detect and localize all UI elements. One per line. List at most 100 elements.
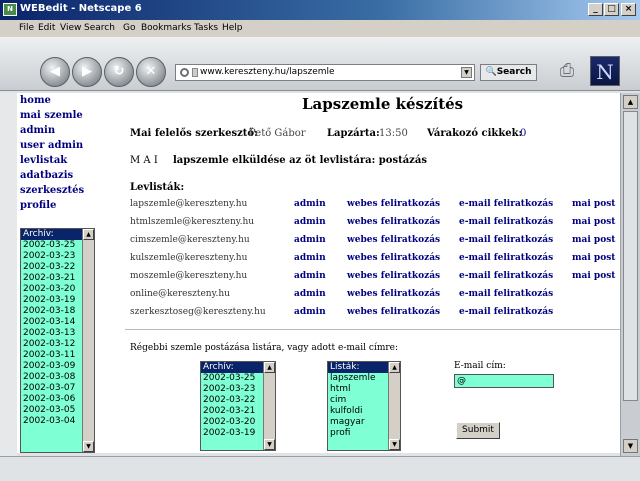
list-web-subscribe-link[interactable]: webes feliratkozás (347, 307, 440, 317)
mailing-list-table: lapszemle@kereszteny.hu admin webes felira… (17, 199, 620, 329)
menu-edit[interactable]: Edit (38, 23, 55, 33)
status-bar (0, 456, 640, 481)
resend-text: Régebbi szemle postázása listára, vagy a… (130, 343, 399, 353)
lists-heading: Levlisták: (130, 182, 185, 193)
lists-select-scrollbar[interactable]: ▲ ▼ (388, 362, 400, 450)
email-input[interactable] (454, 374, 554, 388)
search-button-label: Search (496, 67, 532, 77)
list-web-subscribe-link[interactable]: webes feliratkozás (347, 289, 440, 299)
search-button[interactable]: 🔍Search (480, 64, 537, 81)
window-title: WEBedit - Netscape 6 (20, 3, 142, 14)
forward-arrow-icon[interactable]: ▶ (72, 57, 102, 87)
menu-search[interactable]: Search (84, 23, 115, 33)
list-web-subscribe-link[interactable]: webes feliratkozás (347, 235, 440, 245)
scroll-down-icon[interactable]: ▼ (623, 439, 638, 453)
list-post-link[interactable]: mai post (572, 199, 615, 209)
minimize-button[interactable]: _ (588, 3, 603, 16)
site-icon (192, 68, 198, 77)
list-post-link[interactable]: mai post (572, 235, 615, 245)
list-email-subscribe-link[interactable]: e-mail feliratkozás (459, 289, 553, 299)
editor-label: Mai felelős szerkesztő: (130, 128, 258, 139)
menu-go[interactable]: Go (123, 23, 135, 33)
scroll-down-icon[interactable]: ▼ (264, 439, 275, 450)
scroll-thumb[interactable] (623, 111, 638, 401)
list-web-subscribe-link[interactable]: webes feliratkozás (347, 271, 440, 281)
list-email-subscribe-link[interactable]: e-mail feliratkozás (459, 199, 553, 209)
pending-value[interactable]: 0 (520, 128, 526, 139)
email-label: E-mail cím: (454, 361, 506, 371)
list-email-subscribe-link[interactable]: e-mail feliratkozás (459, 307, 553, 317)
menu-tasks[interactable]: Tasks (194, 23, 218, 33)
menu-file[interactable]: File (19, 23, 34, 33)
submit-button[interactable]: Submit (456, 422, 500, 439)
nav-link-0[interactable]: home (20, 95, 51, 106)
deadline-label: Lapzárta: (327, 128, 380, 139)
back-arrow-icon[interactable]: ◀ (40, 57, 70, 87)
archive-select[interactable]: Archív: 2002-03-25 2002-03-23 2002-03-22 200… (200, 361, 276, 451)
list-admin-link[interactable]: admin (294, 253, 326, 263)
menu-bookmarks[interactable]: Bookmarks (141, 23, 191, 33)
list-email-subscribe-link[interactable]: e-mail feliratkozás (459, 271, 553, 281)
nav-link-1[interactable]: mai szemle (20, 110, 83, 121)
netscape-app-icon: N (3, 3, 17, 16)
stop-icon[interactable]: ✕ (136, 57, 166, 87)
list-admin-link[interactable]: admin (294, 199, 326, 209)
list-admin-link[interactable]: admin (294, 217, 326, 227)
menu-view[interactable]: View (60, 23, 81, 33)
netscape-logo: N (590, 56, 620, 86)
list-post-link[interactable]: mai post (572, 271, 615, 281)
reload-icon[interactable]: ↻ (104, 57, 134, 87)
scroll-down-icon[interactable]: ▼ (389, 439, 400, 450)
list-admin-link[interactable]: admin (294, 307, 326, 317)
pending-label: Várakozó cikkek: (427, 128, 523, 139)
list-post-link[interactable]: mai post (572, 217, 615, 227)
list-web-subscribe-link[interactable]: webes feliratkozás (347, 199, 440, 209)
deadline-value: 13:50 (379, 128, 408, 139)
list-email-subscribe-link[interactable]: e-mail feliratkozás (459, 217, 553, 227)
menu-bar: File Edit View Search Go Bookmarks Tasks… (0, 20, 640, 37)
nav-link-4[interactable]: levlistak (20, 155, 67, 166)
list-admin-link[interactable]: admin (294, 235, 326, 245)
nav-link-5[interactable]: adatbazis (20, 170, 73, 181)
archive-select-scrollbar[interactable]: ▲ ▼ (263, 362, 275, 450)
nav-link-6[interactable]: szerkesztés (20, 185, 84, 196)
list-email: moszemle@kereszteny.hu (130, 271, 248, 281)
menu-help[interactable]: Help (222, 23, 243, 33)
page-scrollbar[interactable]: ▲ ▼ (620, 93, 640, 456)
list-post-link[interactable]: mai post (572, 253, 615, 263)
list-admin-link[interactable]: admin (294, 289, 326, 299)
send-text[interactable]: lapszemle elküldése az öt levlistára: po… (173, 155, 427, 166)
list-email: cimszemle@kereszteny.hu (130, 235, 250, 245)
list-email: szerkesztoseg@kereszteny.hu (130, 307, 266, 317)
search-icon: 🔍 (485, 67, 497, 77)
divider (125, 329, 620, 330)
page-content: home mai szemle admin user admin levlistak ad… (17, 93, 620, 453)
list-email-subscribe-link[interactable]: e-mail feliratkozás (459, 235, 553, 245)
scroll-up-icon[interactable]: ▲ (389, 362, 400, 373)
url-text: www.kereszteny.hu/lapszemle (200, 67, 335, 77)
maximize-button[interactable]: □ (604, 3, 619, 16)
list-web-subscribe-link[interactable]: webes feliratkozás (347, 253, 440, 263)
url-dropdown-icon[interactable]: ▼ (461, 67, 472, 78)
nav-link-3[interactable]: user admin (20, 140, 83, 151)
page-title: Lapszemle készítés (302, 95, 464, 113)
list-admin-link[interactable]: admin (294, 271, 326, 281)
left-gutter (0, 93, 17, 456)
send-prefix: M A I (130, 155, 158, 166)
editor-value: Pető Gábor (249, 128, 306, 139)
close-button[interactable]: × (621, 3, 636, 16)
page-icon (180, 68, 189, 77)
scroll-up-icon[interactable]: ▲ (623, 95, 638, 109)
nav-link-2[interactable]: admin (20, 125, 55, 136)
list-web-subscribe-link[interactable]: webes feliratkozás (347, 217, 440, 227)
scroll-up-icon[interactable]: ▲ (264, 362, 275, 373)
print-icon[interactable]: ⎙ (552, 60, 582, 82)
lists-select[interactable]: Listák: lapszemle html cim kulfoldi magyar pro… (327, 361, 401, 451)
scroll-down-icon[interactable]: ▼ (83, 441, 94, 452)
list-email: online@kereszteny.hu (130, 289, 230, 299)
url-input[interactable]: www.kereszteny.hu/lapszemle ▼ (175, 64, 475, 81)
list-email: kulszemle@kereszteny.hu (130, 253, 248, 263)
list-email: htmlszemle@kereszteny.hu (130, 217, 255, 227)
list-email-subscribe-link[interactable]: e-mail feliratkozás (459, 253, 553, 263)
title-bar: N WEBedit - Netscape 6 _ □ × (0, 0, 640, 20)
